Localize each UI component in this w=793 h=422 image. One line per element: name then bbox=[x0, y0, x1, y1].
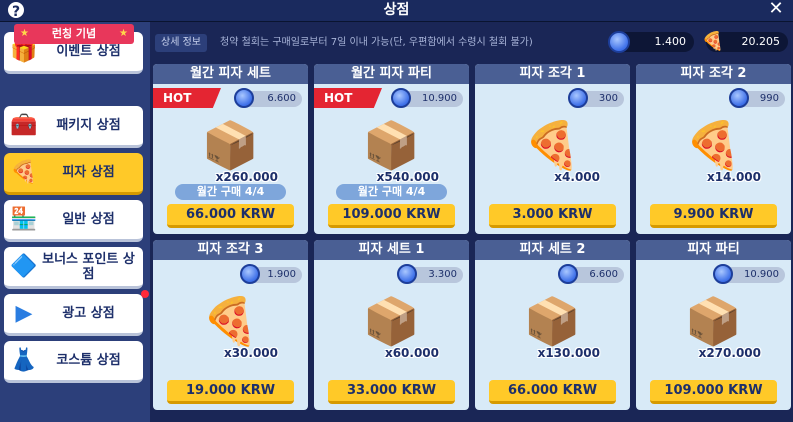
gem-icon bbox=[397, 264, 417, 284]
product-quantity: x270.000 bbox=[698, 346, 761, 360]
pizza-balance: 🍕 20.205 bbox=[702, 32, 788, 52]
gem-price-value: 10.900 bbox=[744, 269, 779, 280]
product-name: 피자 조각 2 bbox=[636, 64, 791, 84]
sidebar-item-costume[interactable]: 👗 코스튬 상점 bbox=[4, 341, 143, 383]
gem-price-value: 10.900 bbox=[422, 93, 457, 104]
gem-count: 1.400 bbox=[654, 35, 687, 48]
gem-price-value: 6.600 bbox=[267, 93, 296, 104]
details-button[interactable]: 상세 정보 bbox=[155, 34, 207, 52]
store-icon: 🏪 bbox=[10, 207, 38, 232]
sidebar-item-label: 일반 상점 bbox=[62, 212, 115, 227]
refund-notice: 청약 철회는 구매일로부터 7일 이내 가능(단, 우편함에서 수령시 철회 불… bbox=[220, 37, 533, 48]
close-icon[interactable]: ✕ bbox=[767, 0, 785, 19]
product-quantity: x540.000 bbox=[376, 170, 439, 184]
product-card[interactable]: 피자 조각 2 990 🍕 x14.000 9.900 KRW bbox=[636, 64, 791, 234]
dress-icon: 👗 bbox=[10, 348, 38, 373]
sidebar-item-package[interactable]: 🧰 패키지 상점 bbox=[4, 106, 143, 148]
sidebar-item-pizza[interactable]: 🍕 피자 상점 bbox=[4, 153, 143, 195]
product-quantity: x130.000 bbox=[537, 346, 600, 360]
product-card[interactable]: 피자 조각 3 1.900 🍕 x30.000 19.000 KRW bbox=[153, 240, 308, 410]
gem-icon bbox=[729, 88, 749, 108]
gem-price: 1.900 bbox=[240, 264, 302, 284]
sidebar-item-label: 보너스 포인트 상점 bbox=[42, 251, 135, 282]
sidebar-item-label: 패키지 상점 bbox=[56, 118, 121, 133]
gem-price-value: 1.900 bbox=[267, 269, 296, 280]
product-name: 월간 피자 파티 bbox=[314, 64, 469, 84]
gem-balance: 1.400 bbox=[608, 31, 694, 53]
purchase-limit: 월간 구매 4/4 bbox=[336, 184, 447, 200]
sidebar-item-bonus-points[interactable]: 🔷 보너스 포인트 상점 bbox=[4, 247, 143, 289]
sidebar-item-general[interactable]: 🏪 일반 상점 bbox=[4, 200, 143, 242]
pizza-icon: 🍕 bbox=[10, 160, 38, 185]
gem-price: 6.600 bbox=[234, 88, 302, 108]
buy-button[interactable]: 19.000 KRW bbox=[167, 380, 294, 404]
gem-price: 990 bbox=[729, 88, 785, 108]
gem-icon: 🔷 bbox=[10, 254, 38, 279]
buy-button[interactable]: 33.000 KRW bbox=[328, 380, 455, 404]
gem-price-value: 3.300 bbox=[428, 269, 457, 280]
gem-icon bbox=[391, 88, 411, 108]
gem-price: 3.300 bbox=[397, 264, 463, 284]
product-card[interactable]: 월간 피자 파티 HOT 10.900 📦 x540.000 월간 구매 4/4… bbox=[314, 64, 469, 234]
product-quantity: x260.000 bbox=[215, 170, 278, 184]
product-name: 월간 피자 세트 bbox=[153, 64, 308, 84]
chest-icon: 🧰 bbox=[10, 113, 38, 138]
gem-icon bbox=[558, 264, 578, 284]
gem-icon bbox=[234, 88, 254, 108]
sidebar-item-label: 피자 상점 bbox=[62, 165, 115, 180]
sidebar-item-label: 코스튬 상점 bbox=[56, 353, 121, 368]
gem-price-value: 990 bbox=[759, 93, 779, 104]
product-name: 피자 세트 2 bbox=[475, 240, 630, 260]
gem-price-value: 6.600 bbox=[589, 269, 618, 280]
product-card[interactable]: 피자 파티 10.900 📦 x270.000 109.000 KRW bbox=[636, 240, 791, 410]
product-name: 피자 조각 1 bbox=[475, 64, 630, 84]
product-card[interactable]: 피자 세트 1 3.300 📦 x60.000 33.000 KRW bbox=[314, 240, 469, 410]
pizza-slice-icon: 🍕 bbox=[523, 117, 582, 172]
gem-price: 10.900 bbox=[713, 264, 785, 284]
buy-button[interactable]: 66.000 KRW bbox=[489, 380, 616, 404]
product-quantity: x14.000 bbox=[706, 170, 761, 184]
gem-icon bbox=[608, 31, 630, 53]
gem-price: 10.900 bbox=[391, 88, 463, 108]
hot-badge: HOT bbox=[153, 88, 221, 108]
product-quantity: x30.000 bbox=[223, 346, 278, 360]
info-bar: 상세 정보 청약 철회는 구매일로부터 7일 이내 가능(단, 우편함에서 수령… bbox=[150, 22, 793, 62]
notification-dot bbox=[141, 290, 149, 298]
gem-price: 6.600 bbox=[558, 264, 624, 284]
top-bar: ? 상점 ✕ bbox=[0, 0, 793, 22]
sidebar: 🎁 이벤트 상점 런칭 기념 🧰 패키지 상점 🍕 피자 상점 🏪 일반 상점 … bbox=[0, 22, 150, 422]
sidebar-item-label: 이벤트 상점 bbox=[56, 44, 121, 59]
page-title: 상점 bbox=[383, 2, 410, 18]
hot-badge: HOT bbox=[314, 88, 382, 108]
product-card[interactable]: 피자 세트 2 6.600 📦 x130.000 66.000 KRW bbox=[475, 240, 630, 410]
buy-button[interactable]: 109.000 KRW bbox=[650, 380, 777, 404]
sidebar-item-label: 광고 상점 bbox=[62, 306, 115, 321]
gem-icon bbox=[713, 264, 733, 284]
sidebar-item-ads[interactable]: ▶ 광고 상점 bbox=[4, 290, 149, 336]
product-name: 피자 세트 1 bbox=[314, 240, 469, 260]
buy-button[interactable]: 109.000 KRW bbox=[328, 204, 455, 228]
product-name: 피자 조각 3 bbox=[153, 240, 308, 260]
purchase-limit: 월간 구매 4/4 bbox=[175, 184, 286, 200]
gem-icon bbox=[568, 88, 588, 108]
launch-ribbon: 런칭 기념 bbox=[14, 24, 134, 44]
product-card[interactable]: 피자 조각 1 300 🍕 x4.000 3.000 KRW bbox=[475, 64, 630, 234]
gem-price-value: 300 bbox=[598, 93, 618, 104]
product-quantity: x4.000 bbox=[554, 170, 600, 184]
product-card[interactable]: 월간 피자 세트 HOT 6.600 📦 x260.000 월간 구매 4/4 … bbox=[153, 64, 308, 234]
product-name: 피자 파티 bbox=[636, 240, 791, 260]
buy-button[interactable]: 66.000 KRW bbox=[167, 204, 294, 228]
buy-button[interactable]: 3.000 KRW bbox=[489, 204, 616, 228]
play-tv-icon: ▶ bbox=[15, 301, 33, 326]
pizza-count: 20.205 bbox=[741, 35, 781, 48]
gem-price: 300 bbox=[568, 88, 624, 108]
buy-button[interactable]: 9.900 KRW bbox=[650, 204, 777, 228]
gem-icon bbox=[240, 264, 260, 284]
pizza-coin-icon: 🍕 bbox=[701, 31, 725, 52]
product-quantity: x60.000 bbox=[384, 346, 439, 360]
product-grid: 월간 피자 세트 HOT 6.600 📦 x260.000 월간 구매 4/4 … bbox=[150, 62, 793, 422]
